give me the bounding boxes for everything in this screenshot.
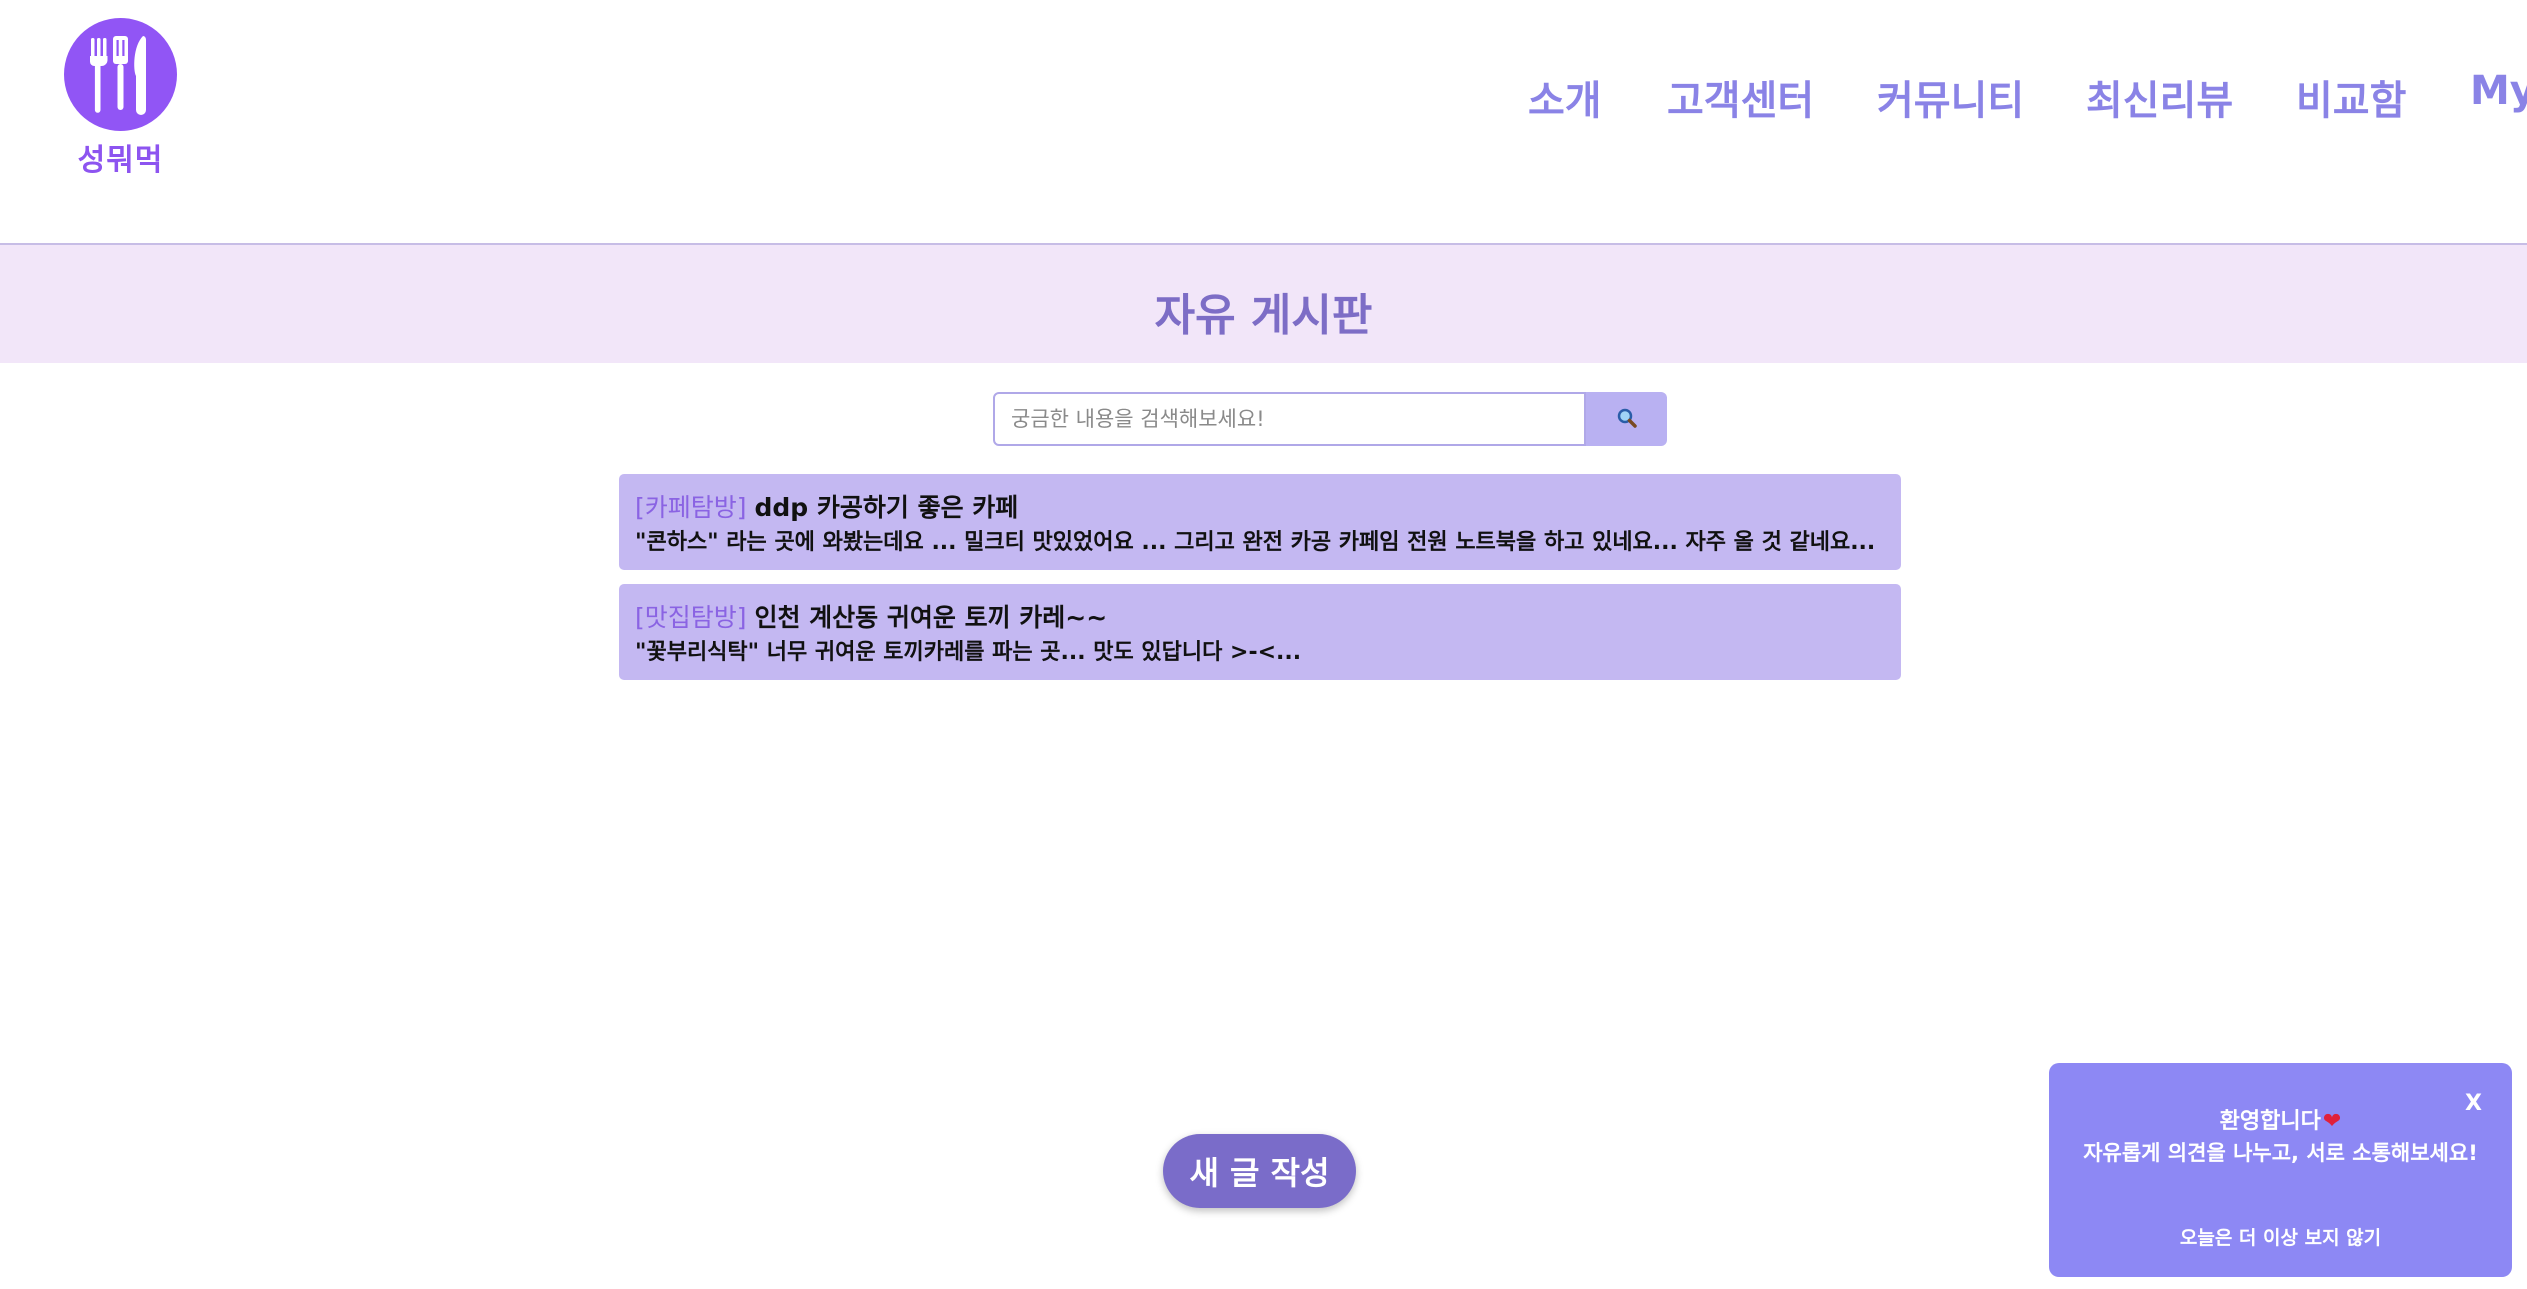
search-icon <box>1616 408 1638 432</box>
main-nav: 소개 고객센터 커뮤니티 최신리뷰 비교함 My <box>0 68 2527 124</box>
search-input[interactable] <box>993 392 1586 446</box>
post-list: [카페탐방] ddp 카공하기 좋은 카페 "콘하스" 라는 곳에 와봤는데요 … <box>619 474 1901 694</box>
post-title[interactable]: ddp 카공하기 좋은 카페 <box>754 493 1018 522</box>
nav-item-compare[interactable]: 비교함 <box>2296 68 2406 126</box>
popup-greeting: 환영합니다 <box>2219 1109 2321 1134</box>
site-header: 성뭐먹 소개 고객센터 커뮤니티 최신리뷰 비교함 My <box>0 0 2527 244</box>
heart-icon: ❤ <box>2322 1109 2342 1134</box>
post-item[interactable]: [맛집탐방] 인천 계산동 귀여운 토끼 카레~~ "꽃부리식탁" 너무 귀여운… <box>619 584 1901 680</box>
post-excerpt: "꽃부리식탁" 너무 귀여운 토끼카레를 파는 곳... 맛도 있답니다 >-<… <box>635 640 1302 665</box>
post-title[interactable]: 인천 계산동 귀여운 토끼 카레~~ <box>754 603 1107 632</box>
board-banner: 자유 게시판 <box>0 245 2527 363</box>
nav-item-about[interactable]: 소개 <box>1528 68 1602 126</box>
post-header: [맛집탐방] 인천 계산동 귀여운 토끼 카레~~ <box>635 598 1885 634</box>
brand-name: 성뭐먹 <box>77 143 164 178</box>
search-bar <box>993 392 1667 446</box>
nav-item-community[interactable]: 커뮤니티 <box>1877 68 2024 126</box>
post-item[interactable]: [카페탐방] ddp 카공하기 좋은 카페 "콘하스" 라는 곳에 와봤는데요 … <box>619 474 1901 570</box>
post-category: [맛집탐방] <box>635 603 747 632</box>
welcome-popup: X 환영합니다❤ 자유롭게 의견을 나누고, 서로 소통해보세요! 오늘은 더 … <box>2049 1063 2512 1277</box>
search-button[interactable] <box>1586 392 1667 446</box>
dont-show-today-link[interactable]: 오늘은 더 이상 보지 않기 <box>2049 1223 2512 1250</box>
popup-greeting-line: 환영합니다❤ <box>2049 1103 2512 1135</box>
nav-item-customer-center[interactable]: 고객센터 <box>1667 68 1814 126</box>
popup-message: 자유롭게 의견을 나누고, 서로 소통해보세요! <box>2083 1141 2478 1165</box>
nav-item-latest-reviews[interactable]: 최신리뷰 <box>2086 68 2233 126</box>
post-category: [카페탐방] <box>635 493 747 522</box>
post-excerpt: "콘하스" 라는 곳에 와봤는데요 ... 밀크티 맛있었어요 ... 그리고 … <box>635 530 1885 555</box>
nav-item-my[interactable]: My <box>2470 68 2527 114</box>
new-post-button[interactable]: 새 글 작성 <box>1163 1134 1356 1208</box>
post-header: [카페탐방] ddp 카공하기 좋은 카페 <box>635 488 1885 524</box>
page-title: 자유 게시판 <box>1154 290 1373 341</box>
